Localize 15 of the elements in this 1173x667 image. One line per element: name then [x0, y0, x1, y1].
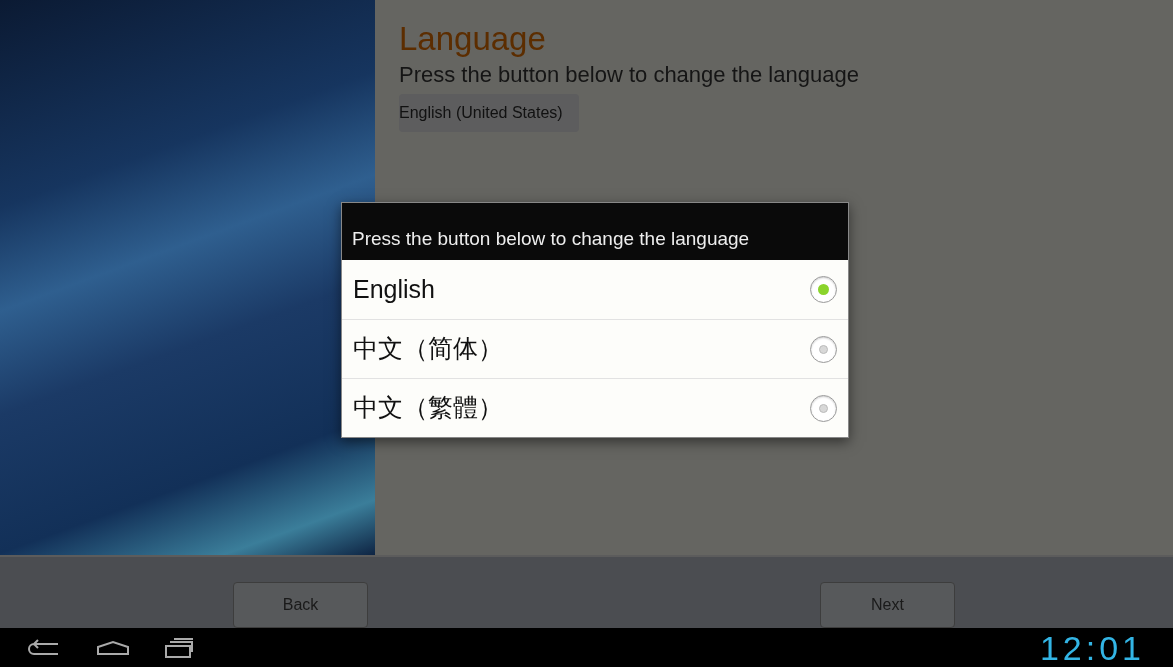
instruction-text: Press the button below to change the language [399, 61, 859, 89]
option-label: English [353, 273, 435, 305]
recent-apps-icon[interactable] [164, 637, 194, 658]
radio-button[interactable] [810, 276, 837, 303]
radio-button[interactable] [810, 394, 837, 422]
page-title: Language [399, 20, 546, 58]
language-option[interactable]: 中文（繁體） [342, 378, 848, 437]
option-label: 中文（繁體） [353, 392, 503, 424]
dialog-title: Press the button below to change the language [342, 203, 848, 260]
language-option[interactable]: English [342, 260, 848, 319]
home-icon[interactable] [96, 639, 130, 656]
radio-button[interactable] [810, 335, 837, 363]
clock-time: 12:01 [1039, 628, 1145, 667]
option-label: 中文（简体） [353, 333, 503, 365]
language-option[interactable]: 中文（简体） [342, 319, 848, 378]
